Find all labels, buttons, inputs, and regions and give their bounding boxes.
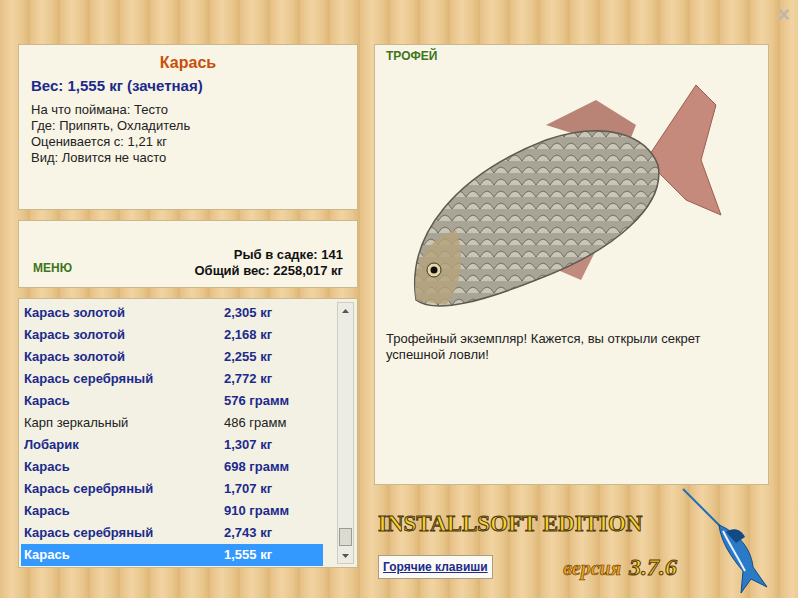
catch-row[interactable]: Карась1,555 кг xyxy=(21,544,323,566)
logo-title: INSTALLSOFT EDITION xyxy=(378,509,681,539)
catch-weight: 486 грамм xyxy=(224,413,286,433)
marlin-icon xyxy=(681,487,769,595)
catch-row[interactable]: Карась золотой2,255 кг xyxy=(21,346,323,368)
trophy-label: ТРОФЕЙ xyxy=(386,47,757,65)
catch-name: Карась серебряный xyxy=(24,479,224,499)
catch-weight: 698 грамм xyxy=(224,457,289,477)
fish-count: Рыб в садке: 141 xyxy=(194,247,343,263)
catch-row[interactable]: Карась золотой2,168 кг xyxy=(21,324,323,346)
right-column: ТРОФЕЙ Трофейный экземпляр! Кажется, вы о… xyxy=(374,44,769,598)
fish-name: Карась xyxy=(31,51,345,75)
menu-panel: МЕНЮ Рыб в садке: 141Общий вес: 2258,017 … xyxy=(18,220,358,288)
fish-detail: Где: Припять, Охладитель xyxy=(31,118,345,134)
catch-weight: 1,555 кг xyxy=(224,545,272,565)
fish-weight: Вес: 1,555 кг (зачетная) xyxy=(31,75,345,98)
catch-weight: 1,307 кг xyxy=(224,435,272,455)
catch-weight: 1,707 кг xyxy=(224,479,272,499)
catch-row[interactable]: Карась576 грамм xyxy=(21,390,323,412)
logo-area: INSTALLSOFT EDITION Горячие клавиши версия… xyxy=(374,485,769,598)
catch-weight: 2,772 кг xyxy=(224,369,272,389)
fish-info-panel: КарасьВес: 1,555 кг (зачетная) На что пой… xyxy=(18,44,358,210)
catch-name: Карась xyxy=(24,545,224,565)
catch-row[interactable]: Карась золотой2,305 кг xyxy=(21,302,323,324)
catch-name: Карась золотой xyxy=(24,303,224,323)
catch-name: Карась золотой xyxy=(24,347,224,367)
catch-summary: Рыб в садке: 141Общий вес: 2258,017 кг xyxy=(194,247,343,279)
catch-name: Карась xyxy=(24,457,224,477)
catch-row[interactable]: Лобарик1,307 кг xyxy=(21,434,323,456)
trophy-panel: ТРОФЕЙ Трофейный экземпляр! Кажется, вы о… xyxy=(374,44,769,485)
scroll-thumb[interactable] xyxy=(339,528,352,546)
fishing-journal-window: ×КарасьВес: 1,555 кг (зачетная)На что по… xyxy=(0,0,798,598)
fish-picture xyxy=(396,65,726,315)
scroll-down-icon[interactable] xyxy=(338,548,353,563)
catch-row[interactable]: Карп зеркальный486 грамм xyxy=(21,412,323,434)
catch-weight: 910 грамм xyxy=(224,501,289,521)
version: версия 3.7.6 xyxy=(563,549,681,585)
catch-name: Карп зеркальный xyxy=(24,413,224,433)
hotkeys-button[interactable]: Горячие клавиши xyxy=(378,555,493,579)
catch-name: Карась xyxy=(24,391,224,411)
catch-name: Карась xyxy=(24,501,224,521)
trophy-message: Трофейный экземпляр! Кажется, вы открыли… xyxy=(386,331,757,363)
catch-name: Карась серебряный xyxy=(24,369,224,389)
fish-detail: Вид: Ловится не часто xyxy=(31,150,345,166)
catch-row[interactable]: Карась серебряный2,743 кг xyxy=(21,522,323,544)
total-weight: Общий вес: 2258,017 кг xyxy=(194,263,343,279)
catch-weight: 576 грамм xyxy=(224,391,289,411)
catch-row[interactable]: Карась698 грамм xyxy=(21,456,323,478)
catch-weight: 2,255 кг xyxy=(224,347,272,367)
catch-weight: 2,743 кг xyxy=(224,523,272,543)
version-label: версия xyxy=(563,553,621,583)
fish-detail: Оценивается с: 1,21 кг xyxy=(31,134,345,150)
catch-name: Лобарик xyxy=(24,435,224,455)
catch-weight: 2,305 кг xyxy=(224,303,272,323)
catch-name: Карась серебряный xyxy=(24,523,224,543)
catch-row[interactable]: Карась серебряный1,707 кг xyxy=(21,478,323,500)
close-button[interactable]: × xyxy=(777,4,790,26)
catch-list: Карась золотой2,305 кгКарась золотой2,16… xyxy=(21,302,323,567)
catch-row[interactable]: Карась серебряный2,772 кг xyxy=(21,368,323,390)
fish-detail: На что поймана: Тесто xyxy=(31,102,345,118)
catch-list-panel: Карась золотой2,305 кгКарась золотой2,16… xyxy=(18,298,358,568)
version-number: 3.7.6 xyxy=(629,549,677,585)
menu-button[interactable]: МЕНЮ xyxy=(33,259,72,277)
catch-row[interactable]: Карась910 грамм xyxy=(21,500,323,522)
scroll-up-icon[interactable] xyxy=(338,303,353,318)
left-column: КарасьВес: 1,555 кг (зачетная)На что пой… xyxy=(18,44,358,598)
scrollbar[interactable] xyxy=(337,302,354,564)
catch-name: Карась золотой xyxy=(24,325,224,345)
catch-weight: 2,168 кг xyxy=(224,325,272,345)
